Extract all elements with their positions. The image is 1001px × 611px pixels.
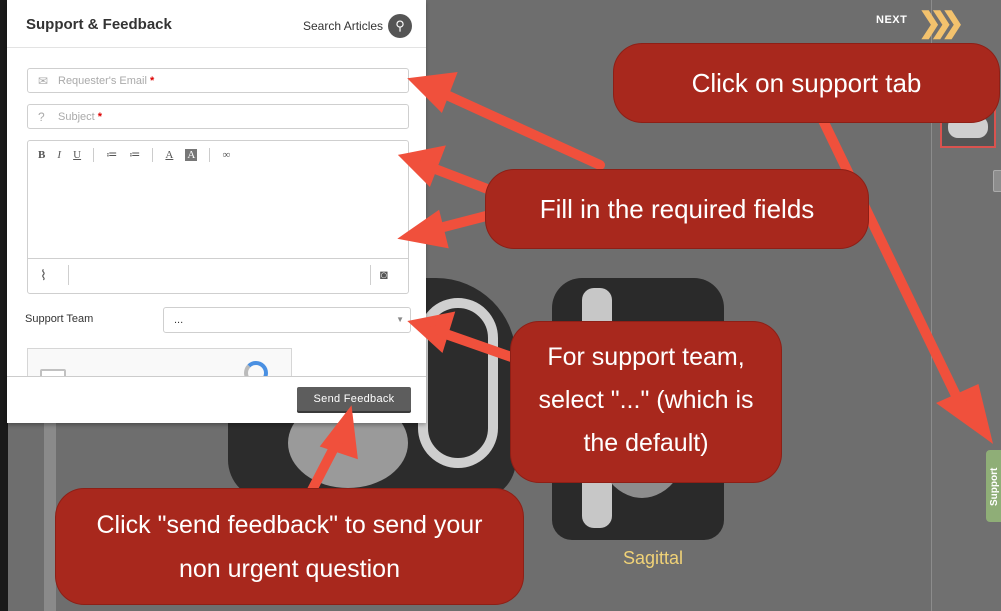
callout-send-feedback: Click "send feedback" to send your non u… — [56, 489, 523, 604]
arrowhead — [319, 405, 358, 460]
arrowhead — [397, 145, 446, 187]
callout-required-fields: Fill in the required fields — [486, 170, 868, 248]
arrow-to-editor-top — [425, 162, 495, 195]
arrowhead — [936, 383, 994, 444]
callout-support-tab: Click on support tab — [614, 44, 999, 122]
arrowhead — [397, 209, 449, 249]
callout-support-team: For support team, select "..." (which is… — [511, 322, 781, 482]
arrow-to-email — [435, 87, 605, 170]
arrowhead — [407, 311, 456, 353]
arrow-to-support-team — [435, 327, 525, 365]
arrowhead — [407, 72, 458, 113]
arrow-to-support-tab — [813, 105, 967, 413]
